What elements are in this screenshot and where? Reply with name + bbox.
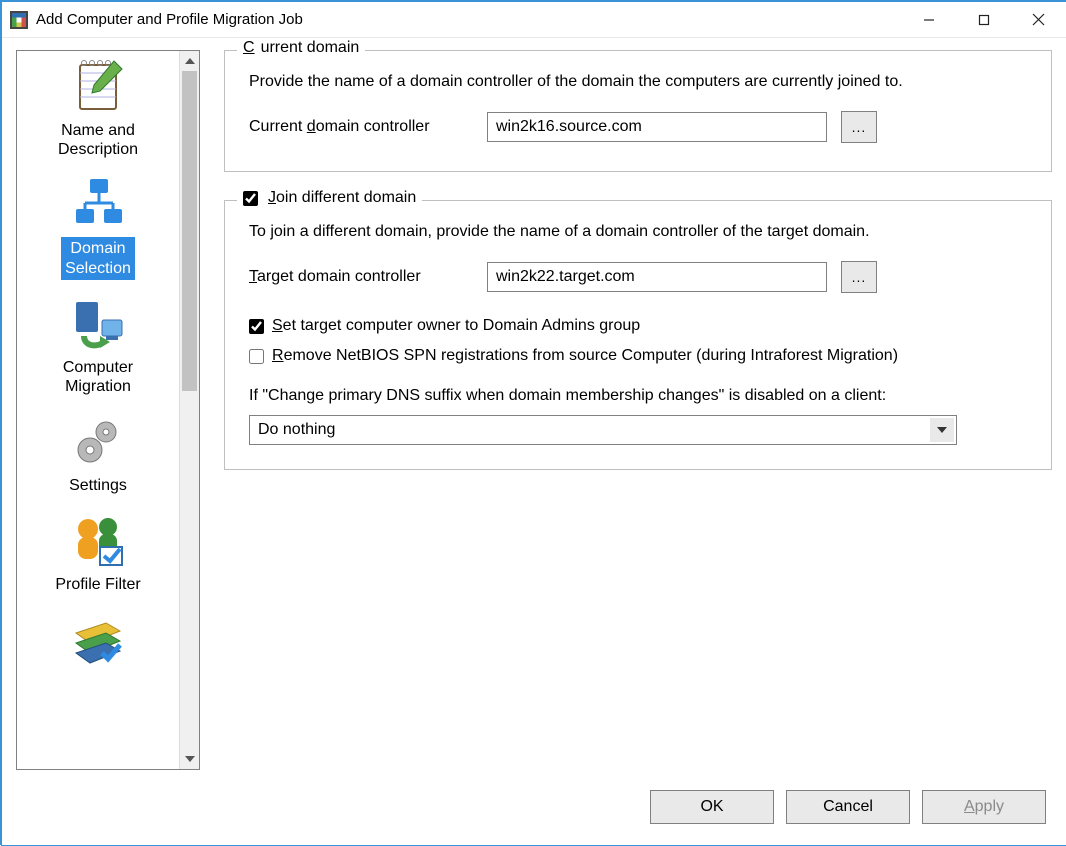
sidebar-item-computer-migration[interactable]: Computer Migration — [17, 288, 179, 406]
minimize-button[interactable] — [901, 2, 956, 37]
sidebar-scrollbar[interactable] — [179, 51, 199, 769]
join-domain-checkbox[interactable] — [243, 191, 258, 206]
remove-spn-label: Remove NetBIOS SPN registrations from so… — [272, 347, 898, 365]
maximize-button[interactable] — [956, 2, 1011, 37]
apply-button[interactable]: Apply — [922, 790, 1046, 824]
wizard-step-list: Name and Description Domain Selection — [17, 51, 179, 769]
join-domain-group: Join different domain To join a differen… — [224, 200, 1052, 470]
scroll-track[interactable] — [180, 71, 199, 749]
server-migration-icon — [66, 292, 130, 356]
dialog-footer: OK Cancel Apply — [2, 787, 1066, 845]
titlebar: Add Computer and Profile Migration Job — [2, 2, 1066, 38]
sidebar-item-label: Name and Description — [54, 119, 142, 161]
remove-spn-checkbox[interactable] — [249, 349, 264, 364]
scroll-up-button[interactable] — [180, 51, 199, 71]
current-domain-description: Provide the name of a domain controller … — [249, 73, 1035, 91]
sidebar-item-profile-filter[interactable]: Profile Filter — [17, 505, 179, 604]
target-dc-input[interactable] — [487, 262, 827, 292]
current-dc-input[interactable] — [487, 112, 827, 142]
books-icon — [66, 609, 130, 673]
set-owner-checkbox[interactable] — [249, 319, 264, 334]
target-dc-browse-button[interactable]: ... — [841, 261, 877, 293]
main-panel: Current domain Provide the name of a dom… — [200, 50, 1052, 787]
set-owner-label: Set target computer owner to Domain Admi… — [272, 317, 640, 335]
join-domain-description: To join a different domain, provide the … — [249, 223, 1035, 241]
current-domain-group: Current domain Provide the name of a dom… — [224, 50, 1052, 172]
sidebar-item-label: Settings — [65, 474, 131, 497]
sidebar-item-name-description[interactable]: Name and Description — [17, 51, 179, 169]
sidebar-item-label: Profile Filter — [51, 573, 144, 596]
wizard-sidebar: Name and Description Domain Selection — [16, 50, 200, 770]
sidebar-item-label: Domain Selection — [61, 237, 135, 279]
gears-icon — [66, 410, 130, 474]
people-filter-icon — [66, 509, 130, 573]
join-domain-legend-text: Join different domain — [268, 189, 416, 207]
close-button[interactable] — [1011, 2, 1066, 37]
dns-action-value: Do nothing — [258, 421, 335, 439]
sidebar-item-domain-selection[interactable]: Domain Selection — [17, 169, 179, 287]
target-dc-label: Target domain controller — [249, 268, 487, 286]
window-controls — [901, 2, 1066, 37]
sidebar-item-next[interactable] — [17, 605, 179, 673]
notepad-icon — [66, 55, 130, 119]
scroll-down-button[interactable] — [180, 749, 199, 769]
scroll-thumb[interactable] — [182, 71, 197, 391]
ok-button[interactable]: OK — [650, 790, 774, 824]
client-area: Name and Description Domain Selection — [2, 38, 1066, 787]
current-domain-legend: Current domain — [237, 39, 365, 57]
chevron-down-icon — [930, 418, 954, 442]
sidebar-item-settings[interactable]: Settings — [17, 406, 179, 505]
dns-action-combo[interactable]: Do nothing — [249, 415, 957, 445]
join-domain-legend: Join different domain — [237, 189, 422, 207]
dns-suffix-note: If "Change primary DNS suffix when domai… — [249, 387, 1035, 405]
cancel-button[interactable]: Cancel — [786, 790, 910, 824]
current-dc-browse-button[interactable]: ... — [841, 111, 877, 143]
app-icon — [10, 11, 28, 29]
network-icon — [66, 173, 130, 237]
window-title: Add Computer and Profile Migration Job — [36, 11, 901, 28]
current-dc-label: Current domain controller — [249, 118, 487, 136]
sidebar-item-label: Computer Migration — [59, 356, 137, 398]
